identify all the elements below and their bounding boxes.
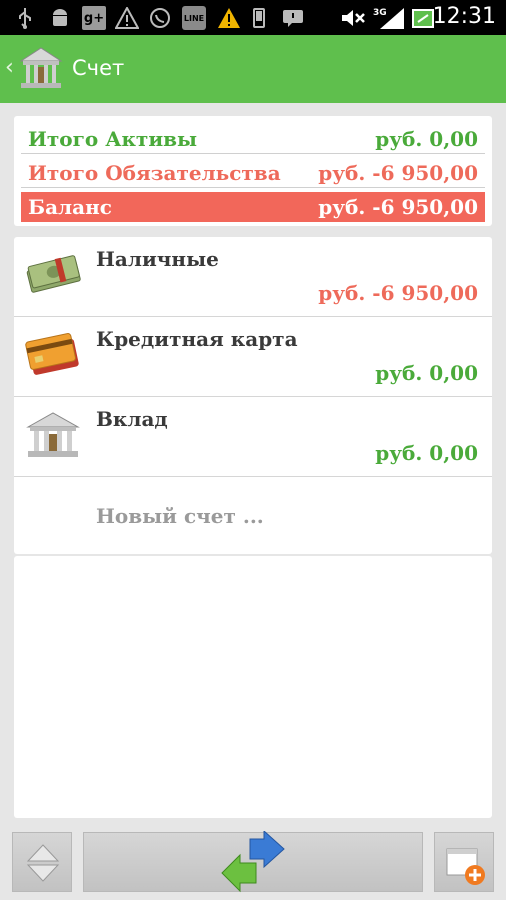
- transfer-arrows-icon: [220, 829, 286, 899]
- bank-icon: [24, 411, 82, 463]
- total-liabilities-row: Итого Обязательства руб. -6 950,00: [21, 158, 485, 188]
- account-row-credit-card[interactable]: Кредитная карта руб. 0,00: [14, 317, 492, 397]
- new-window-add-icon: [445, 845, 487, 891]
- app-bar: ‹ Счет: [0, 35, 506, 103]
- chevron-left-icon: ‹: [5, 55, 14, 80]
- sort-button[interactable]: [12, 832, 72, 892]
- total-assets-value: руб. 0,00: [375, 126, 478, 151]
- whatsapp-icon: [148, 6, 172, 30]
- total-assets-row: Итого Активы руб. 0,00: [21, 124, 485, 154]
- svg-text:3G: 3G: [373, 8, 387, 18]
- account-name: Кредитная карта: [96, 327, 298, 351]
- accounts-list: Наличные руб. -6 950,00 Кредитная карта …: [14, 237, 492, 554]
- balance-value: руб. -6 950,00: [318, 195, 478, 219]
- warning-icon: [114, 6, 140, 30]
- total-liabilities-label: Итого Обязательства: [28, 160, 281, 185]
- credit-card-icon: [24, 331, 82, 379]
- status-bar: g+ LINE 3G 12:31: [0, 0, 506, 35]
- mute-icon: [340, 6, 366, 30]
- notification-icon: [282, 6, 304, 30]
- clock: 12:31: [432, 4, 496, 29]
- bank-logo-icon: [17, 45, 65, 95]
- usb-icon: [14, 6, 36, 30]
- account-amount: руб. -6 950,00: [318, 281, 478, 305]
- new-account-button[interactable]: Новый счет ...: [96, 504, 264, 528]
- account-amount: руб. 0,00: [375, 361, 478, 385]
- bottom-toolbar: [0, 822, 506, 900]
- cash-icon: [24, 251, 82, 299]
- balance-label: Баланс: [28, 195, 112, 219]
- account-name: Наличные: [96, 247, 219, 271]
- sort-arrows-icon: [26, 843, 60, 887]
- balance-row: Баланс руб. -6 950,00: [21, 192, 485, 222]
- warning-yellow-icon: [216, 6, 242, 30]
- android-icon: [48, 6, 72, 30]
- page-title: Счет: [72, 56, 125, 80]
- up-button[interactable]: ‹ Счет: [0, 35, 130, 103]
- total-assets-label: Итого Активы: [28, 126, 198, 151]
- signal-icon: 3G: [372, 6, 406, 30]
- google-plus-icon: g+: [82, 6, 106, 30]
- account-row-cash[interactable]: Наличные руб. -6 950,00: [14, 237, 492, 317]
- empty-panel: [14, 556, 492, 818]
- total-liabilities-value: руб. -6 950,00: [318, 160, 478, 185]
- account-name: Вклад: [96, 407, 168, 431]
- transfer-button[interactable]: [83, 829, 423, 893]
- summary-card: Итого Активы руб. 0,00 Итого Обязательст…: [14, 116, 492, 226]
- account-amount: руб. 0,00: [375, 441, 478, 465]
- line-icon: LINE: [182, 6, 206, 30]
- add-account-button[interactable]: [434, 832, 494, 892]
- phone-icon: [252, 6, 266, 30]
- account-row-deposit[interactable]: Вклад руб. 0,00: [14, 397, 492, 477]
